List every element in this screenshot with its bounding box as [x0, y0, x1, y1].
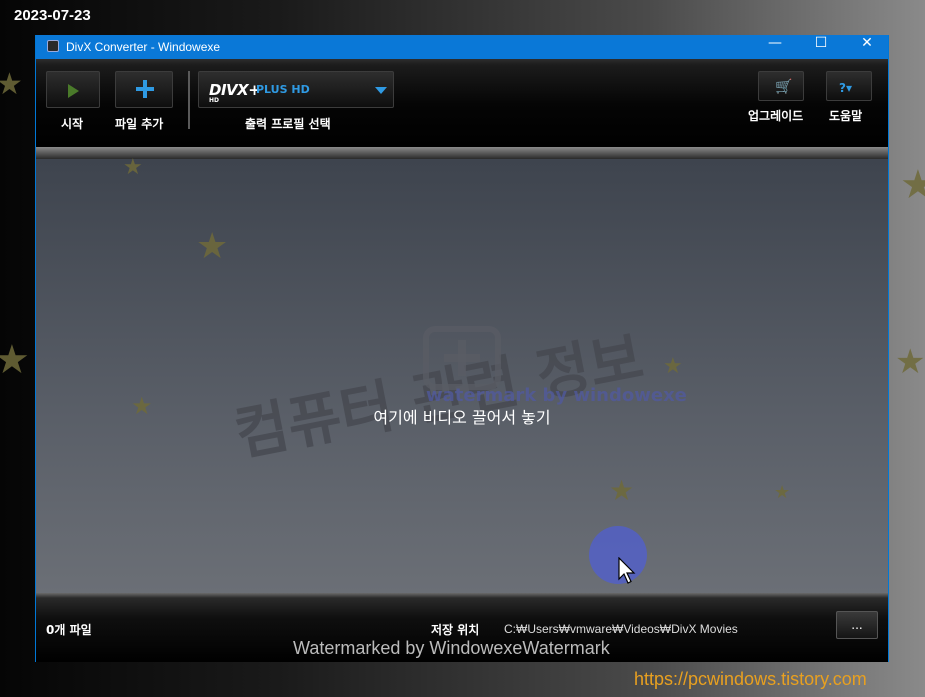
help-label: 도움말	[829, 109, 863, 123]
plus-icon	[136, 80, 154, 98]
watermark-bottom: Watermarked by WindowexeWatermark	[293, 638, 610, 658]
save-location-label: 저장 위치	[431, 623, 480, 637]
star-icon: ★	[0, 67, 23, 102]
play-icon	[68, 84, 79, 98]
video-drop-zone[interactable]: ★ ★ ★ ★ ★ ★ 컴퓨터 관련 정보 watermark by windo…	[36, 155, 888, 593]
maximize-button[interactable]: ☐	[798, 35, 844, 59]
star-icon: ★	[774, 482, 791, 503]
divx-hd-mark: HD	[209, 97, 220, 104]
add-file-label: 파일 추가	[115, 117, 164, 131]
chevron-down-icon	[375, 87, 387, 94]
help-icon: ?▾	[839, 81, 852, 95]
app-icon	[47, 40, 59, 52]
file-count: 0개 파일	[46, 623, 92, 637]
profile-name: PLUS HD	[256, 83, 310, 96]
browse-button[interactable]: ...	[836, 611, 878, 639]
star-icon: ★	[196, 226, 229, 267]
output-profile-dropdown[interactable]: DIVX+ HD PLUS HD	[198, 71, 394, 108]
toolbar: 시작 파일 추가 DIVX+ HD PLUS HD 출력 프로필 선택 🛒 업그…	[36, 59, 888, 147]
watermark-english: watermark by windowexe	[426, 385, 687, 406]
star-icon: ★	[609, 474, 635, 507]
start-label: 시작	[61, 117, 84, 131]
star-icon: ★	[663, 354, 683, 379]
drop-hint: 여기에 비디오 끌어서 놓기	[373, 408, 551, 427]
save-path: C:₩Users₩vmware₩Videos₩DivX Movies	[504, 622, 738, 636]
watermark-plus-icon	[423, 326, 501, 390]
star-icon: ★	[123, 155, 143, 180]
title-bar[interactable]: DivX Converter - Windowexe — ☐ ✕	[36, 35, 888, 59]
minimize-button[interactable]: —	[752, 35, 798, 59]
add-file-button[interactable]	[115, 71, 173, 108]
mouse-cursor-icon	[618, 557, 636, 584]
date-stamp: 2023-07-23	[14, 7, 91, 24]
star-icon: ★	[900, 162, 925, 208]
help-button[interactable]: ?▾	[826, 71, 872, 101]
start-button[interactable]	[46, 71, 100, 108]
close-button[interactable]: ✕	[844, 35, 890, 59]
cart-icon: 🛒	[775, 79, 793, 95]
star-icon: ★	[0, 337, 30, 383]
divx-converter-window: DivX Converter - Windowexe — ☐ ✕ 시작 파일 추…	[35, 35, 889, 662]
toolbar-separator	[188, 71, 190, 129]
toolbar-divider	[36, 147, 888, 159]
upgrade-button[interactable]: 🛒	[758, 71, 804, 101]
output-profile-label: 출력 프로필 선택	[245, 117, 331, 131]
star-icon: ★	[895, 342, 925, 382]
upgrade-label: 업그레이드	[748, 109, 804, 123]
window-title: DivX Converter - Windowexe	[66, 40, 221, 54]
blog-url: https://pcwindows.tistory.com	[634, 669, 867, 689]
